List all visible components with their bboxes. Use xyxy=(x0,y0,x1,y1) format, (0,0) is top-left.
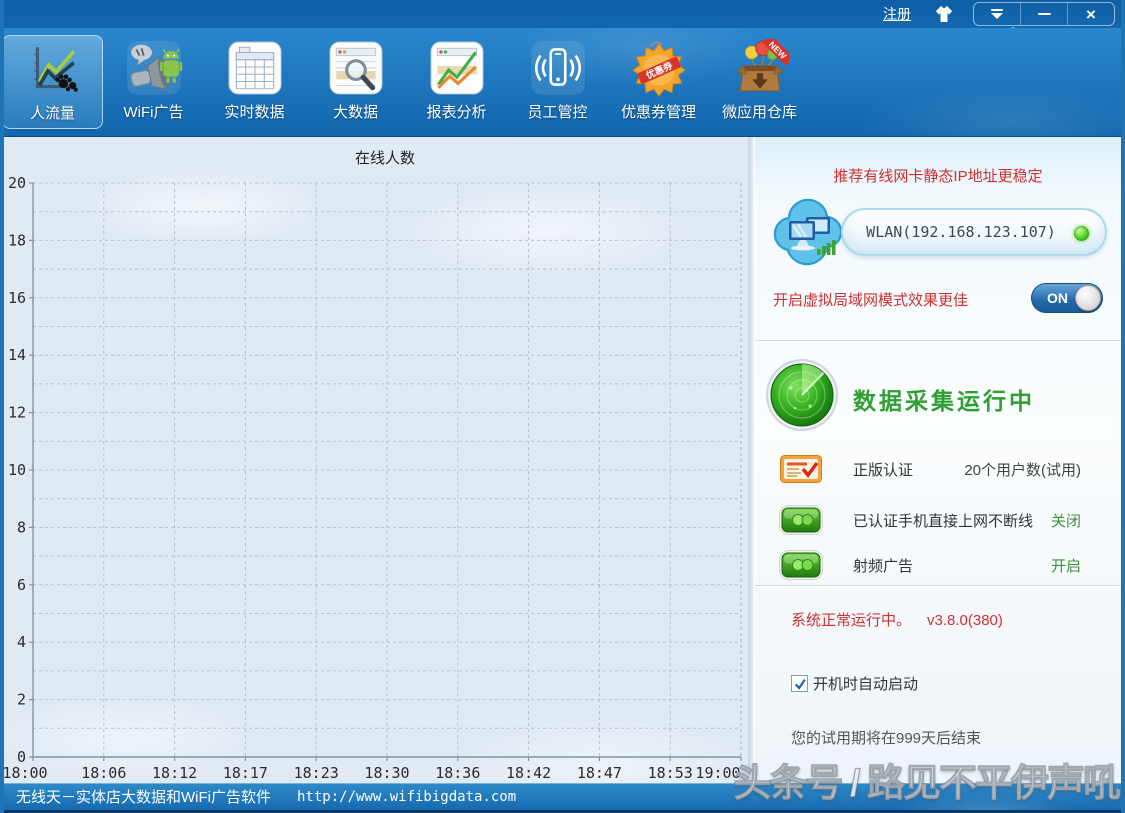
window-controls: × xyxy=(973,2,1115,26)
svg-text:16: 16 xyxy=(8,289,26,307)
svg-text:18:12: 18:12 xyxy=(152,764,197,782)
big-data-icon xyxy=(327,39,385,97)
svg-text:18:06: 18:06 xyxy=(81,764,126,782)
background-sparkles xyxy=(0,0,2,2)
svg-text:6: 6 xyxy=(17,576,26,594)
statusbar-app-title: 无线天－实体店大数据和WiFi广告软件 xyxy=(16,786,271,807)
wlan-address-text: WLAN(192.168.123.107) xyxy=(866,223,1082,241)
rf-ad-label: 射频广告 xyxy=(853,555,913,576)
license-row: 正版认证 20个用户数(试用) xyxy=(755,452,1121,486)
toolbar-label: 员工管控 xyxy=(527,101,587,122)
staff-control-icon xyxy=(529,39,587,97)
wifi-ad-icon xyxy=(125,39,183,97)
radar-icon xyxy=(765,358,839,432)
license-users-value: 20个用户数(试用) xyxy=(964,459,1081,480)
svg-text:12: 12 xyxy=(8,404,26,422)
toolbar-item-big-data[interactable]: 大数据 xyxy=(305,35,406,129)
vlan-tip-text: 开启虚拟局域网模式效果更佳 xyxy=(773,289,968,310)
license-label: 正版认证 xyxy=(853,459,913,480)
chart-title: 在线人数 xyxy=(4,147,748,168)
svg-text:8: 8 xyxy=(17,518,26,536)
close-icon[interactable]: × xyxy=(1067,3,1114,25)
svg-text:19:00: 19:00 xyxy=(695,764,740,782)
wlan-status-dot xyxy=(1074,226,1089,241)
svg-text:18:30: 18:30 xyxy=(364,764,409,782)
autostart-row[interactable]: 开机时自动启动 xyxy=(791,673,918,694)
app-window: 注册 × xyxy=(0,0,1125,813)
coupon-manage-icon: 优惠券 xyxy=(630,39,688,97)
autostart-label: 开机时自动启动 xyxy=(813,673,918,694)
wlan-selector[interactable]: WLAN(192.168.123.107) xyxy=(841,208,1107,256)
micro-app-store-icon: NEW xyxy=(731,39,789,97)
autostart-checkbox[interactable] xyxy=(791,675,808,692)
rf-ad-action[interactable]: 开启 xyxy=(1051,555,1081,576)
vlan-toggle-label: ON xyxy=(1047,290,1068,306)
version-text: v3.8.0(380) xyxy=(927,612,1003,629)
svg-text:18:17: 18:17 xyxy=(223,764,268,782)
net-keepalive-toggle-icon[interactable] xyxy=(779,505,823,535)
svg-text:18:53: 18:53 xyxy=(648,764,693,782)
network-tip-text: 推荐有线网卡静态IP地址更稳定 xyxy=(755,165,1121,186)
online-users-chart: 18:00 18:06 18:12 18:17 18:23 18:30 18:36 18:42… xyxy=(4,173,748,783)
license-ticket-icon[interactable] xyxy=(779,454,823,484)
toolbar-label: WiFi广告 xyxy=(124,101,184,122)
report-analysis-icon xyxy=(428,39,486,97)
svg-text:10: 10 xyxy=(8,461,26,479)
toolbar-label: 人流量 xyxy=(30,102,75,123)
collector-status-text: 数据采集运行中 xyxy=(853,382,1035,416)
svg-text:18: 18 xyxy=(8,231,26,249)
toolbar-item-report-analysis[interactable]: 报表分析 xyxy=(406,35,507,129)
toolbar-label: 报表分析 xyxy=(426,101,486,122)
toolbar-label: 优惠券管理 xyxy=(621,101,696,122)
toolbar-label: 实时数据 xyxy=(224,101,284,122)
rf-ad-row: 射频广告 开启 xyxy=(755,548,1121,582)
system-status-label: 系统正常运行中。 xyxy=(791,612,911,629)
online-users-chart-section: 在线人数 18:00 18:06 18:12 18:17 18:23 18:30 18:36… xyxy=(4,137,748,783)
right-panel: 推荐有线网卡静态IP地址更稳定 xyxy=(754,137,1121,783)
toolbar-label: 大数据 xyxy=(333,101,378,122)
skin-shirt-icon[interactable] xyxy=(931,4,957,24)
svg-text:20: 20 xyxy=(8,174,26,192)
realtime-data-icon xyxy=(226,39,284,97)
toolbar-item-staff-control[interactable]: 员工管控 xyxy=(507,35,608,129)
svg-text:18:42: 18:42 xyxy=(506,764,551,782)
toolbar-item-micro-app-store[interactable]: NEW 微应用仓库 xyxy=(709,35,810,129)
register-link[interactable]: 注册 xyxy=(883,4,911,24)
svg-text:18:36: 18:36 xyxy=(435,764,480,782)
keepalive-row: 已认证手机直接上网不断线 关闭 xyxy=(755,503,1121,537)
system-status-text: 系统正常运行中。 v3.8.0(380) xyxy=(791,609,1003,630)
divider xyxy=(755,585,1121,586)
minimize-icon[interactable] xyxy=(1020,3,1067,25)
svg-text:18:00: 18:00 xyxy=(4,764,48,782)
svg-text:0: 0 xyxy=(17,748,26,766)
network-cloud-icon[interactable] xyxy=(767,192,849,272)
trial-period-text: 您的试用期将在999天后结束 xyxy=(791,727,981,748)
divider xyxy=(755,340,1121,341)
titlebar: 注册 × xyxy=(0,0,1125,28)
toolbar-item-realtime-data[interactable]: 实时数据 xyxy=(204,35,305,129)
keepalive-label: 已认证手机直接上网不断线 xyxy=(853,510,1033,531)
toolbar-item-wifi-ad[interactable]: WiFi广告 xyxy=(103,35,204,129)
rf-ad-toggle-icon[interactable] xyxy=(779,550,823,580)
collapse-icon[interactable] xyxy=(974,3,1020,25)
svg-text:2: 2 xyxy=(17,691,26,709)
statusbar-url-link[interactable]: http://www.wifibigdata.com xyxy=(297,789,516,805)
statusbar: 无线天－实体店大数据和WiFi广告软件 http://www.wifibigda… xyxy=(4,783,1121,810)
toolbar-label: 微应用仓库 xyxy=(722,101,797,122)
toolbar-item-visitor-flow[interactable]: 人流量 xyxy=(2,35,103,129)
visitor-flow-icon xyxy=(24,40,82,98)
toolbar-item-coupon-manage[interactable]: 优惠券 优惠券管理 xyxy=(608,35,709,129)
vlan-toggle[interactable]: ON xyxy=(1031,283,1103,313)
toggle-knob xyxy=(1075,285,1101,311)
svg-text:18:47: 18:47 xyxy=(577,764,622,782)
keepalive-action[interactable]: 关闭 xyxy=(1051,510,1081,531)
main-toolbar: 人流量 xyxy=(0,28,1125,137)
svg-text:4: 4 xyxy=(17,633,26,651)
svg-text:18:23: 18:23 xyxy=(294,764,339,782)
svg-text:14: 14 xyxy=(8,346,26,364)
